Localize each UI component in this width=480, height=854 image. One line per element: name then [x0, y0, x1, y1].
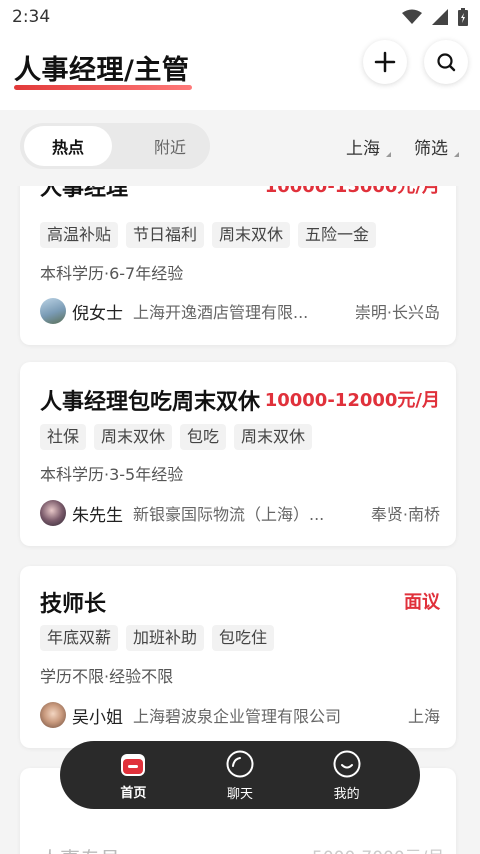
job-location: 上海 — [407, 707, 440, 726]
wifi-icon — [402, 9, 422, 24]
home-icon — [121, 753, 146, 776]
tab-hot[interactable]: 热点 — [24, 126, 112, 166]
job-title: 人事专员 — [40, 843, 120, 854]
recruiter-row: 朱先生 新银豪国际物流（上海）... 奉贤·南桥 — [40, 499, 440, 527]
job-tag: 周末双休 — [94, 424, 173, 450]
signal-icon — [432, 9, 448, 25]
job-tag: 加班补助 — [126, 625, 205, 651]
job-title: 技师长 — [40, 592, 107, 617]
job-salary: 10000-12000元/月 — [264, 390, 440, 411]
filter-label: 筛选 — [414, 139, 448, 159]
nav-label: 我的 — [333, 786, 360, 802]
job-salary: 面议 — [404, 592, 440, 613]
job-tag: 周末双休 — [212, 222, 291, 248]
city-dropdown[interactable]: 上海 — [346, 134, 391, 159]
battery-icon — [458, 8, 468, 26]
status-bar: 2:34 — [0, 0, 480, 34]
page-title: 人事经理/主管 — [14, 55, 190, 86]
nav-label: 聊天 — [226, 786, 253, 802]
dropdown-triangle-icon — [454, 152, 459, 157]
job-tags: 高温补贴 节日福利 周末双休 五险一金 — [40, 222, 377, 248]
job-tag: 年底双薪 — [40, 625, 119, 651]
recruiter-row: 倪女士 上海开逸酒店管理有限... 崇明·长兴岛 — [40, 297, 440, 325]
avatar — [40, 298, 66, 324]
company-name: 上海碧波泉企业管理有限公司 — [133, 707, 342, 726]
avatar — [40, 500, 66, 526]
segment-control: 热点 附近 — [20, 123, 210, 169]
search-icon — [437, 53, 456, 72]
job-tags: 社保 周末双休 包吃 周末双休 — [40, 424, 313, 450]
nav-profile[interactable]: 我的 — [307, 749, 387, 802]
status-time: 2:34 — [12, 7, 51, 27]
status-icons — [402, 8, 468, 26]
job-tag: 包吃住 — [212, 625, 275, 651]
header: 人事经理/主管 — [0, 34, 480, 104]
nav-label: 首页 — [120, 785, 147, 801]
recruiter-name: 吴小姐 — [72, 707, 123, 728]
job-tag: 周末双休 — [234, 424, 313, 450]
nav-home[interactable]: 首页 — [93, 750, 173, 801]
title-underline — [14, 85, 192, 90]
job-requirements: 本科学历·3-5年经验 — [40, 465, 184, 484]
job-tag: 包吃 — [180, 424, 227, 450]
plus-icon — [374, 51, 396, 73]
job-tag: 社保 — [40, 424, 87, 450]
job-tag: 五险一金 — [298, 222, 377, 248]
profile-icon — [333, 750, 361, 777]
job-card[interactable]: 人事经理包吃周末双休 10000-12000元/月 社保 周末双休 包吃 周末双… — [20, 362, 456, 546]
bottom-nav: 首页 聊天 我的 — [60, 741, 420, 809]
city-label: 上海 — [346, 139, 380, 159]
recruiter-row: 吴小姐 上海碧波泉企业管理有限公司 上海 — [40, 701, 440, 729]
tab-nearby[interactable]: 附近 — [134, 126, 206, 166]
dropdown-triangle-icon — [386, 152, 391, 157]
recruiter-name: 朱先生 — [72, 505, 123, 526]
job-title: 人事经理 — [40, 186, 129, 201]
recruiter-name: 倪女士 — [72, 303, 123, 324]
add-button[interactable] — [363, 40, 407, 84]
chat-icon — [226, 750, 254, 777]
job-salary: 5000-7000元/月 — [312, 843, 444, 854]
filter-dropdown[interactable]: 筛选 — [414, 134, 459, 159]
job-location: 奉贤·南桥 — [370, 505, 440, 524]
job-location: 崇明·长兴岛 — [354, 303, 440, 322]
job-card[interactable]: 技师长 面议 年底双薪 加班补助 包吃住 学历不限·经验不限 吴小姐 上海碧波泉… — [20, 566, 456, 748]
job-title: 人事经理包吃周末双休 — [40, 390, 261, 415]
job-requirements: 学历不限·经验不限 — [40, 667, 174, 686]
job-tag: 高温补贴 — [40, 222, 119, 248]
avatar — [40, 702, 66, 728]
job-tags: 年底双薪 加班补助 包吃住 — [40, 625, 275, 651]
company-name: 新银豪国际物流（上海）... — [133, 505, 325, 524]
job-card[interactable]: 人事经理 10000-15000元/月 高温补贴 节日福利 周末双休 五险一金 … — [20, 186, 456, 345]
job-requirements: 本科学历·6-7年经验 — [40, 264, 184, 283]
job-tag: 节日福利 — [126, 222, 205, 248]
nav-chat[interactable]: 聊天 — [200, 749, 280, 802]
search-button[interactable] — [424, 40, 468, 84]
filter-bar: 热点 附近 上海 筛选 — [0, 110, 480, 186]
company-name: 上海开逸酒店管理有限... — [133, 303, 309, 322]
job-salary: 10000-15000元/月 — [264, 186, 440, 197]
